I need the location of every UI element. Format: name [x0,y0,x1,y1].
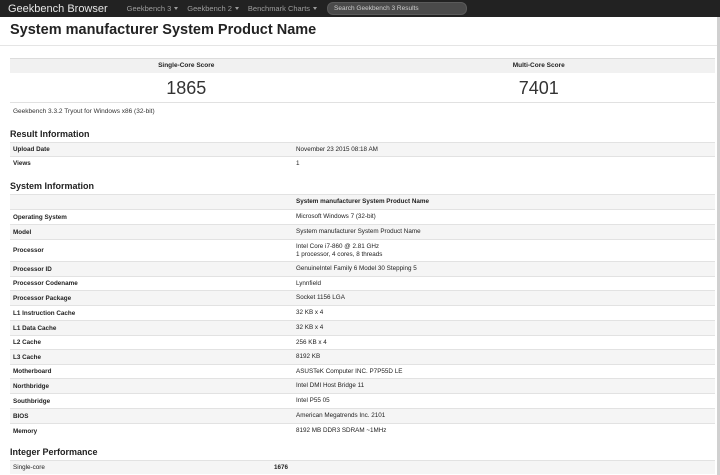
chevron-down-icon [313,7,318,10]
row-key: Processor [13,247,44,254]
table-header-row: System manufacturer System Product Name [10,194,715,209]
row-key: Memory [13,427,38,435]
nav-geekbench2-menu[interactable]: Geekbench 2 [187,4,239,13]
row-key: Upload Date [13,146,50,153]
row-value: 1 [296,159,300,167]
row-value: 8192 MB DDR3 SDRAM ~1MHz [296,427,387,434]
table-row: Single-core 1676 [10,460,715,474]
row-value: Intel P55 05 [296,397,330,404]
row-value: System manufacturer System Product Name [296,228,421,235]
chevron-down-icon [174,7,179,10]
row-key: Single-core [13,464,45,471]
row-key: Northbridge [13,382,50,390]
row-value: 32 KB x 4 [296,324,324,331]
nav-geekbench2-label: Geekbench 2 [187,4,232,13]
row-key: L3 Cache [13,353,41,361]
system-name-header: System manufacturer System Product Name [296,198,429,205]
search-input[interactable] [327,2,468,15]
table-row: Model System manufacturer System Product… [10,224,715,239]
table-row: Views 1 [10,156,715,170]
single-core-score-value: 1865 [166,78,207,98]
table-row: Processor Codename Lynnfield [10,276,715,290]
single-core-score-label: Single-Core Score [158,62,215,69]
row-key: L1 Data Cache [13,324,57,332]
title-divider [0,45,717,46]
row-key: L1 Instruction Cache [13,309,76,317]
geekbench-version-text: Geekbench 3.3.2 Tryout for Windows x86 (… [13,108,155,115]
row-value: American Megatrends Inc. 2101 [296,412,386,419]
brand-logo[interactable]: Geekbench Browser [8,3,108,15]
table-row: Southbridge Intel P55 05 [10,393,715,408]
score-value-row: 1865 7401 [10,73,715,103]
nav-benchmark-charts-label: Benchmark Charts [247,4,311,13]
row-value: November 23 2015 08:18 AM [296,145,378,153]
result-information-table: Upload Date November 23 2015 08:18 AM Vi… [10,142,715,170]
row-value: GenuineIntel Family 6 Model 30 Stepping … [296,265,417,272]
table-row: L1 Data Cache 32 KB x 4 [10,320,715,335]
table-row: L2 Cache 256 KB x 4 [10,335,715,349]
processor-topology: 1 processor, 4 cores, 8 threads [296,250,383,258]
table-row: Processor Package Socket 1156 LGA [10,290,715,305]
table-row: Motherboard ASUSTeK Computer INC. P7P55D… [10,364,715,378]
row-key: Processor Package [13,294,72,302]
row-value: Intel DMI Host Bridge 11 [296,382,365,389]
table-row: L3 Cache 8192 KB [10,349,715,364]
row-key: L2 Cache [13,339,41,346]
chevron-down-icon [234,7,239,10]
top-navbar: Geekbench Browser Geekbench 3 Geekbench … [0,0,720,17]
integer-performance-heading: Integer Performance [10,447,98,457]
system-information-table: System manufacturer System Product Name … [10,194,715,438]
integer-performance-table: Single-core 1676 [10,460,715,474]
nav-geekbench3-label: Geekbench 3 [126,4,172,13]
page-title: System manufacturer System Product Name [10,22,317,38]
row-key: Southbridge [13,397,51,405]
row-key: Processor ID [13,265,52,273]
row-key-empty [10,195,294,209]
score-header-row: Single-Core Score Multi-Core Score [10,58,715,73]
row-key: Motherboard [13,368,52,375]
multi-core-score-label: Multi-Core Score [512,62,565,69]
table-row: Processor Intel Core i7-860 @ 2.81 GHz 1… [10,239,715,261]
row-value: ASUSTeK Computer INC. P7P55D LE [296,367,403,375]
table-row: Northbridge Intel DMI Host Bridge 11 [10,378,715,393]
row-key: Operating System [13,213,67,221]
processor-name: Intel Core i7-860 @ 2.81 GHz [296,242,380,250]
system-information-heading: System Information [10,181,95,191]
row-key: Views [13,160,31,167]
score-table: Single-Core Score Multi-Core Score 1865 … [10,58,715,103]
table-row: Upload Date November 23 2015 08:18 AM [10,142,715,156]
result-information-heading: Result Information [10,129,90,139]
row-key: Model [13,228,32,236]
row-value: Lynnfield [296,279,321,287]
table-row: Memory 8192 MB DDR3 SDRAM ~1MHz [10,423,715,438]
row-value: Socket 1156 LGA [296,294,345,301]
row-value: Intel Core i7-860 @ 2.81 GHz 1 processor… [294,240,715,261]
table-row: Operating System Microsoft Windows 7 (32… [10,209,715,224]
nav-geekbench3-menu[interactable]: Geekbench 3 [127,4,179,13]
row-value: Microsoft Windows 7 (32-bit) [296,213,376,220]
nav-benchmark-charts-menu[interactable]: Benchmark Charts [247,4,318,13]
row-value: 8192 KB [296,353,321,360]
row-key: Processor Codename [13,280,78,287]
multi-core-score-value: 7401 [518,78,559,98]
table-row: BIOS American Megatrends Inc. 2101 [10,408,715,423]
table-row: L1 Instruction Cache 32 KB x 4 [10,305,715,320]
row-value: 256 KB x 4 [296,338,327,346]
table-row: Processor ID GenuineIntel Family 6 Model… [10,261,715,276]
row-key: BIOS [13,412,29,420]
row-value: 32 KB x 4 [296,309,324,316]
row-value: 1676 [274,463,289,471]
